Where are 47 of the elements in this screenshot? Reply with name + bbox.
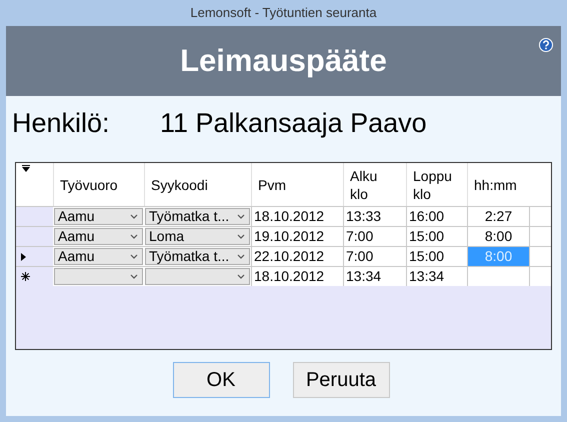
column-chooser-icon[interactable] (22, 165, 30, 172)
dropdown-field[interactable]: Työmatka t... (145, 208, 250, 225)
table-cell: 18.10.2012 (254, 208, 324, 225)
column-header[interactable]: Alku klo (350, 166, 378, 202)
column-header[interactable]: hh:mm (474, 176, 517, 194)
dropdown-field[interactable]: Työmatka t... (145, 248, 250, 265)
dialog-button[interactable]: OK (172, 362, 270, 398)
table-cell: 19.10.2012 (254, 228, 324, 245)
help-icon[interactable] (539, 38, 553, 52)
table-cell[interactable]: 8:00 (467, 227, 530, 246)
chevron-down-icon (130, 234, 138, 240)
table-cell[interactable] (467, 267, 530, 286)
table-cell: 7:00 (346, 228, 374, 245)
chevron-down-icon (237, 274, 245, 280)
row-header[interactable] (16, 267, 53, 286)
table-cell[interactable]: 2:27 (467, 207, 530, 226)
dropdown-field[interactable]: Aamu (54, 208, 143, 225)
column-header[interactable]: Syykoodi (151, 176, 208, 194)
window-title: Lemonsoft - Työtuntien seuranta (189, 4, 378, 22)
table-cell: 13:34 (346, 268, 382, 285)
dropdown-field[interactable]: Aamu (54, 228, 143, 245)
column-header[interactable]: Työvuoro (60, 176, 118, 194)
dropdown-field[interactable] (54, 268, 143, 285)
person-name: 11 Palkansaaja Paavo (160, 106, 427, 140)
column-header[interactable]: Loppu klo (413, 166, 452, 202)
dropdown-field[interactable]: Aamu (54, 248, 143, 265)
chevron-down-icon (237, 254, 245, 260)
table-cell: 15:00 (409, 228, 444, 245)
header-title: Leimauspääte (180, 42, 387, 80)
chevron-down-icon (130, 274, 138, 280)
chevron-down-icon (237, 234, 245, 240)
table-cell: 15:00 (409, 248, 444, 265)
table-cell: 7:00 (346, 248, 374, 265)
table-cell: 13:34 (409, 268, 444, 285)
table-cell: 22.10.2012 (254, 248, 324, 265)
table-cell: 16:00 (409, 208, 444, 225)
row-header[interactable] (16, 247, 53, 266)
column-header[interactable]: Pvm (258, 176, 286, 194)
table-cell: 18.10.2012 (254, 268, 324, 285)
table-cell: 13:33 (346, 208, 382, 225)
chevron-down-icon (130, 214, 138, 220)
chevron-down-icon (237, 214, 245, 220)
person-label: Henkilö: (12, 106, 111, 140)
dropdown-field[interactable] (145, 268, 250, 285)
dropdown-field[interactable]: Loma (145, 228, 250, 245)
chevron-down-icon (130, 254, 138, 260)
dialog-button[interactable]: Peruuta (292, 362, 390, 398)
